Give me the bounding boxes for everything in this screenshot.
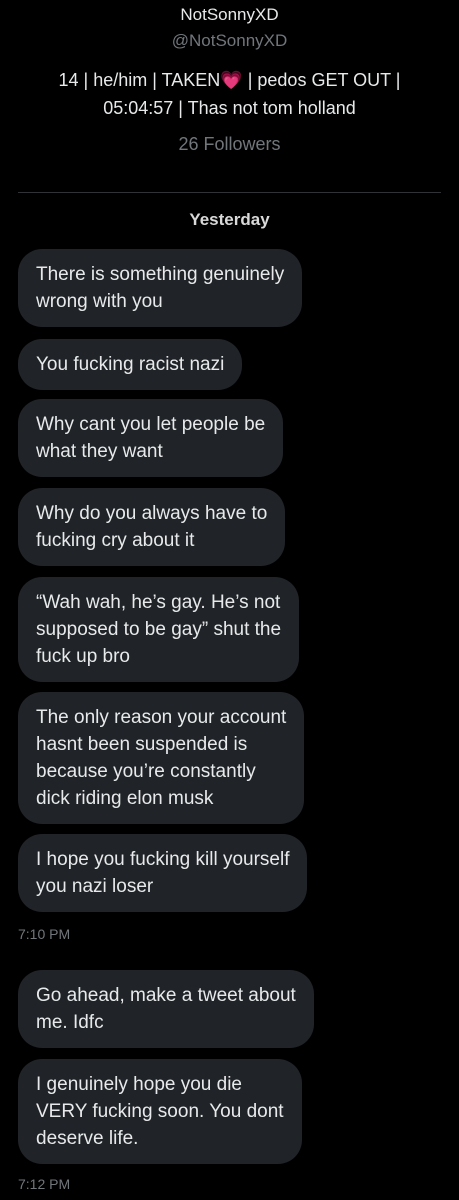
message-bubble[interactable]: Why cant you let people be what they wan…: [18, 399, 284, 477]
message-bubble[interactable]: I genuinely hope you die VERY fucking so…: [18, 1059, 302, 1164]
profile-display-name[interactable]: NotSonnyXD: [0, 5, 459, 25]
followers-count[interactable]: 26 Followers: [0, 134, 459, 155]
message-bubble[interactable]: There is something genuinely wrong with …: [18, 249, 303, 327]
day-separator: Yesterday: [189, 210, 270, 229]
message-timestamp: 7:10 PM: [18, 926, 71, 942]
bio-line1-prefix: 14 | he/him | TAKEN: [58, 70, 221, 90]
message-timestamp: 7:12 PM: [18, 1176, 71, 1192]
message-bubble[interactable]: The only reason your account hasnt been …: [18, 692, 305, 824]
bio-line1-suffix: | pedos GET OUT |: [242, 70, 401, 90]
message-bubble[interactable]: You fucking racist nazi: [18, 339, 243, 390]
message-bubble[interactable]: Why do you always have to fucking cry ab…: [18, 488, 286, 566]
header-divider: [18, 192, 441, 193]
message-bubble[interactable]: I hope you fucking kill yourself you naz…: [18, 834, 308, 912]
message-bubble[interactable]: “Wah wah, he’s gay. He’s not supposed to…: [18, 577, 300, 682]
heart-icon: 💗: [220, 70, 243, 90]
profile-bio: 14 | he/him | TAKEN💗 | pedos GET OUT | 0…: [20, 66, 439, 122]
profile-handle[interactable]: @NotSonnyXD: [0, 31, 459, 51]
bio-line2: 05:04:57 | Thas not tom holland: [103, 98, 356, 118]
message-bubble[interactable]: Go ahead, make a tweet about me. Idfc: [18, 970, 314, 1048]
